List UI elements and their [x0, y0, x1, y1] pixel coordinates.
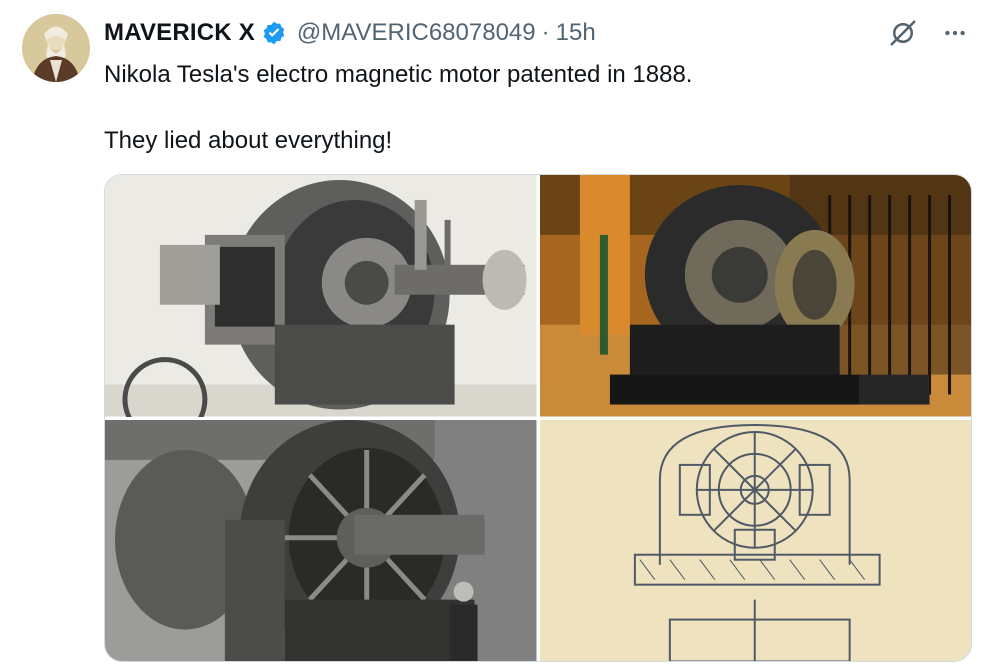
tesla-generator-with-man-photo[interactable]: [105, 419, 537, 661]
tweet-text-line-1: Nikola Tesla's electro magnetic motor pa…: [104, 61, 693, 88]
tesla-motor-engraving-photo[interactable]: [105, 175, 537, 417]
tweet-header: MAVERICK X @MAVERIC68078049 · 15h: [104, 16, 596, 50]
separator-dot: ·: [541, 19, 550, 46]
header-actions: [886, 16, 972, 50]
tweet-text: Nikola Tesla's electro magnetic motor pa…: [104, 58, 692, 157]
tesla-motor-museum-photo[interactable]: [539, 175, 971, 417]
verified-badge-icon: [261, 20, 287, 46]
timestamp[interactable]: 15h: [556, 19, 596, 47]
grok-icon[interactable]: [886, 16, 920, 50]
author-name[interactable]: MAVERICK X: [104, 19, 255, 47]
tweet-text-line-2: They lied about everything!: [104, 127, 393, 154]
author-handle[interactable]: @MAVERIC68078049: [297, 19, 536, 47]
more-icon[interactable]: [938, 16, 972, 50]
tesla-motor-patent-drawing[interactable]: [539, 419, 971, 661]
avatar[interactable]: [22, 14, 90, 82]
media-grid: [104, 174, 972, 662]
